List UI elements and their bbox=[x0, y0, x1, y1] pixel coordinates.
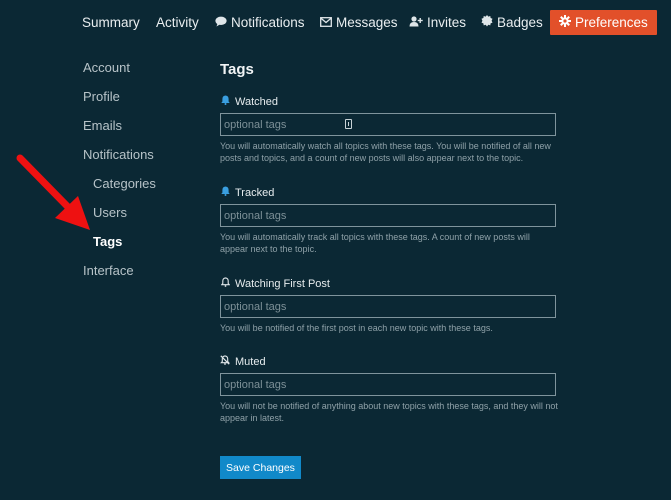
bell-filled-icon bbox=[220, 186, 230, 200]
page-title: Tags bbox=[220, 61, 254, 78]
nav-invites-label: Invites bbox=[427, 15, 467, 30]
save-changes-button[interactable]: Save Changes bbox=[220, 456, 301, 479]
watched-section: Watched You will automatically watch all… bbox=[220, 95, 558, 164]
watching-first-post-section: Watching First Post You will be notified… bbox=[220, 277, 558, 334]
speech-bubble-icon bbox=[215, 10, 227, 35]
bell-slash-icon bbox=[220, 355, 230, 369]
watching-first-post-tags-field[interactable] bbox=[220, 295, 556, 318]
nav-messages-label: Messages bbox=[336, 15, 398, 30]
muted-help-text: You will not be notified of anything abo… bbox=[220, 401, 558, 423]
nav-badges-label: Badges bbox=[497, 15, 543, 30]
tracked-tags-input[interactable] bbox=[224, 208, 544, 223]
envelope-icon bbox=[320, 10, 332, 35]
bell-filled-icon bbox=[220, 95, 230, 109]
red-pointer-arrow-icon bbox=[16, 154, 90, 230]
tracked-label-row: Tracked bbox=[220, 186, 558, 200]
badge-certificate-icon bbox=[481, 10, 493, 35]
muted-tags-field[interactable] bbox=[220, 373, 556, 396]
nav-invites[interactable]: Invites bbox=[409, 10, 466, 35]
tracked-label: Tracked bbox=[235, 187, 275, 199]
watched-label: Watched bbox=[235, 96, 279, 108]
tracked-tags-field[interactable] bbox=[220, 204, 556, 227]
watched-label-row: Watched bbox=[220, 95, 558, 109]
nav-preferences-label: Preferences bbox=[575, 15, 648, 30]
nav-messages[interactable]: Messages bbox=[320, 10, 398, 35]
muted-label-row: Muted bbox=[220, 355, 558, 369]
watching-first-post-help-text: You will be notified of the first post i… bbox=[220, 323, 493, 333]
muted-label: Muted bbox=[235, 356, 266, 368]
watched-tags-input[interactable] bbox=[224, 117, 544, 132]
watched-tags-field[interactable] bbox=[220, 113, 556, 136]
watching-first-post-label-row: Watching First Post bbox=[220, 277, 558, 291]
sidebar-item-interface[interactable]: Interface bbox=[83, 263, 134, 278]
nav-notifications-label: Notifications bbox=[231, 15, 305, 30]
watching-first-post-label: Watching First Post bbox=[235, 278, 330, 290]
tracked-section: Tracked You will automatically track all… bbox=[220, 186, 558, 255]
bell-outline-icon bbox=[220, 277, 230, 291]
watching-first-post-tags-input[interactable] bbox=[224, 299, 544, 314]
watched-help-text: You will automatically watch all topics … bbox=[220, 141, 551, 163]
gear-icon bbox=[559, 10, 571, 35]
user-plus-icon bbox=[409, 10, 423, 35]
nav-notifications[interactable]: Notifications bbox=[215, 10, 305, 35]
password-manager-icon[interactable] bbox=[345, 119, 352, 129]
nav-activity-label: Activity bbox=[156, 15, 199, 30]
muted-section: Muted You will not be notified of anythi… bbox=[220, 355, 558, 424]
tracked-help-text: You will automatically track all topics … bbox=[220, 232, 530, 254]
nav-badges[interactable]: Badges bbox=[481, 10, 543, 35]
nav-activity[interactable]: Activity bbox=[156, 10, 199, 35]
nav-preferences[interactable]: Preferences bbox=[550, 10, 657, 35]
muted-tags-input[interactable] bbox=[224, 377, 544, 392]
